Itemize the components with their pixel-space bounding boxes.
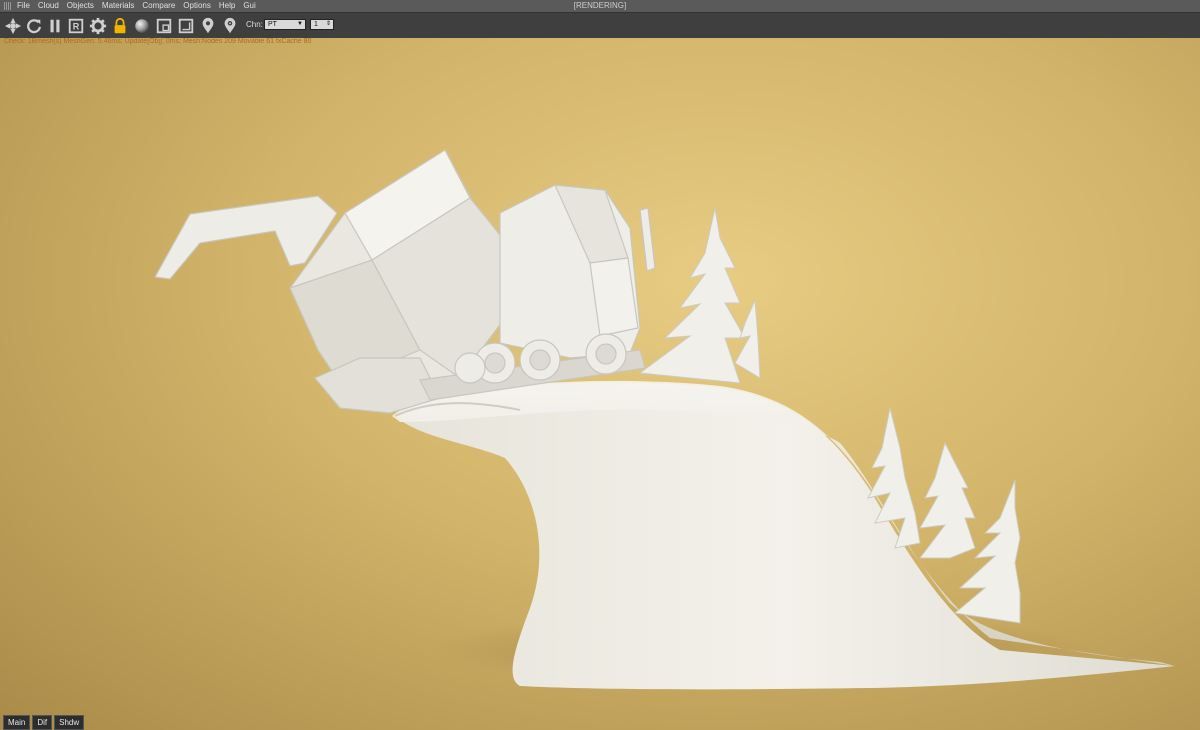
menu-gui[interactable]: Gui (243, 0, 255, 12)
menu-help[interactable]: Help (219, 0, 235, 12)
crop-region-icon[interactable] (176, 16, 196, 36)
channel-label: Chn: (246, 20, 263, 29)
tab-dif[interactable]: Dif (32, 715, 53, 730)
render-image (154, 149, 1175, 690)
sphere-material-icon[interactable] (132, 16, 152, 36)
pass-spinner[interactable]: 1 ⇕ (310, 19, 334, 30)
menu-file[interactable]: File (17, 0, 30, 12)
garbage-truck (154, 149, 656, 414)
tab-main[interactable]: Main (3, 715, 31, 730)
channel-value: PT (268, 21, 277, 28)
menu-compare[interactable]: Compare (142, 0, 175, 12)
pass-value: 1 (314, 21, 318, 28)
menu-objects[interactable]: Objects (67, 0, 94, 12)
copy-render-icon[interactable] (154, 16, 174, 36)
menu-list: File Cloud Objects Materials Compare Opt… (17, 0, 256, 12)
svg-text:R: R (73, 22, 80, 32)
lock-icon[interactable] (110, 16, 130, 36)
pine-trees-top (638, 207, 761, 384)
menu-options[interactable]: Options (183, 0, 211, 12)
render-status-text: Check: 1Bmesh(s) MeshGen: 5.46ms; Update… (4, 38, 312, 45)
spinner-arrows-icon: ⇕ (325, 21, 331, 27)
menu-materials[interactable]: Materials (102, 0, 134, 12)
refresh-icon[interactable] (24, 16, 44, 36)
render-viewport[interactable]: Check: 1Bmesh(s) MeshGen: 5.46ms; Update… (0, 38, 1200, 730)
settings-gear-icon[interactable] (88, 16, 108, 36)
pass-tabs: Main Dif Shdw (3, 715, 85, 730)
grip-icon[interactable] (4, 2, 12, 10)
aperture-icon[interactable] (3, 16, 23, 36)
pin-pick-icon[interactable] (198, 16, 218, 36)
toolbar: R Chn: PT ▼ 1 ⇕ (0, 12, 1200, 38)
chevron-down-icon: ▼ (297, 21, 303, 27)
pause-icon[interactable] (45, 16, 65, 36)
menu-cloud[interactable]: Cloud (38, 0, 59, 12)
tab-shdw[interactable]: Shdw (54, 715, 85, 730)
menu-bar: File Cloud Objects Materials Compare Opt… (0, 0, 1200, 12)
pin-focus-icon[interactable] (220, 16, 240, 36)
channel-dropdown[interactable]: PT ▼ (264, 19, 306, 30)
region-render-icon[interactable]: R (66, 16, 86, 36)
